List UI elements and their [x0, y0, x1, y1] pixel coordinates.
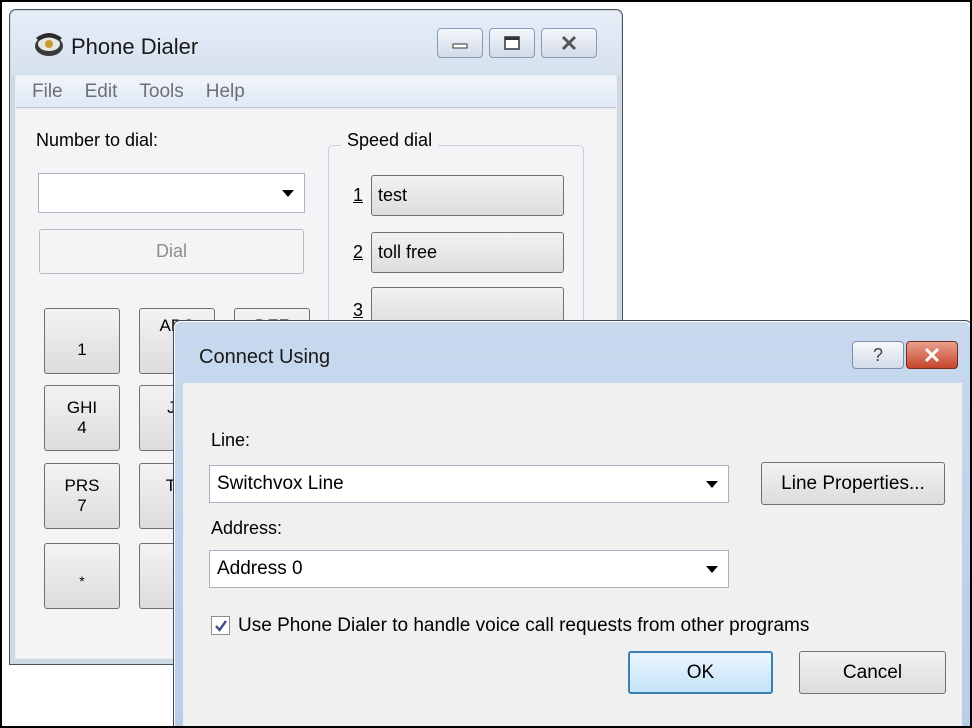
- key-letters: GHI: [66, 398, 98, 417]
- speed-dial-label: Speed dial: [341, 130, 439, 151]
- key-digit: 4: [77, 418, 87, 437]
- key-letters: PRS: [64, 476, 100, 495]
- menu-help[interactable]: Help: [206, 81, 245, 103]
- cancel-button[interactable]: Cancel: [799, 651, 946, 694]
- close-icon: [561, 35, 577, 51]
- menu-tools[interactable]: Tools: [139, 81, 183, 103]
- menu-bar: File Edit Tools Help: [16, 76, 616, 108]
- key-digit: 7: [77, 496, 87, 515]
- dialer-title-bar[interactable]: Phone Dialer: [11, 11, 621, 75]
- line-properties-button[interactable]: Line Properties...: [761, 462, 945, 505]
- minimize-button[interactable]: [437, 28, 483, 58]
- speed-dial-number-3: 3: [353, 300, 364, 320]
- keypad-key-star[interactable]: *: [44, 543, 120, 609]
- close-icon: [924, 347, 940, 363]
- connect-close-button[interactable]: [906, 341, 958, 369]
- handle-requests-checkbox[interactable]: [211, 616, 230, 635]
- address-value: Address 0: [217, 558, 303, 579]
- maximize-button[interactable]: [489, 28, 535, 58]
- line-label: Line:: [211, 430, 251, 450]
- keypad-key-1[interactable]: 1: [44, 308, 120, 374]
- line-value: Switchvox Line: [217, 473, 344, 494]
- checkmark-icon: [214, 619, 227, 632]
- speed-dial-number-1: 1: [353, 185, 364, 205]
- address-select[interactable]: Address 0: [209, 550, 729, 588]
- number-to-dial-label: Number to dial:: [36, 130, 159, 150]
- phone-dialer-app-icon: [35, 33, 63, 56]
- speed-dial-button-2[interactable]: toll free: [371, 232, 564, 273]
- address-label: Address:: [211, 518, 283, 538]
- help-icon: ?: [872, 344, 883, 365]
- keypad-key-4[interactable]: GHI 4: [44, 385, 120, 451]
- speed-dial-button-1[interactable]: test: [371, 175, 564, 216]
- chevron-down-icon[interactable]: [706, 481, 718, 488]
- speed-dial-number-2: 2: [353, 242, 364, 262]
- dialer-close-button[interactable]: [541, 28, 597, 58]
- maximize-icon: [504, 36, 520, 50]
- chevron-down-icon[interactable]: [706, 566, 718, 573]
- menu-file[interactable]: File: [32, 81, 63, 103]
- help-button[interactable]: ?: [852, 341, 904, 369]
- key-digit: *: [79, 573, 85, 589]
- chevron-down-icon[interactable]: [282, 190, 294, 197]
- menu-edit[interactable]: Edit: [85, 81, 118, 103]
- ok-button[interactable]: OK: [628, 651, 773, 694]
- keypad-key-7[interactable]: PRS 7: [44, 463, 120, 529]
- key-digit: 1: [77, 340, 87, 359]
- dial-button[interactable]: Dial: [39, 229, 304, 274]
- handle-requests-label: Use Phone Dialer to handle voice call re…: [238, 615, 810, 636]
- number-to-dial-combo[interactable]: [38, 173, 305, 213]
- line-select[interactable]: Switchvox Line: [209, 465, 729, 503]
- dialer-title: Phone Dialer: [71, 34, 199, 59]
- connect-using-title: Connect Using: [199, 346, 331, 368]
- minimize-icon: [452, 43, 468, 49]
